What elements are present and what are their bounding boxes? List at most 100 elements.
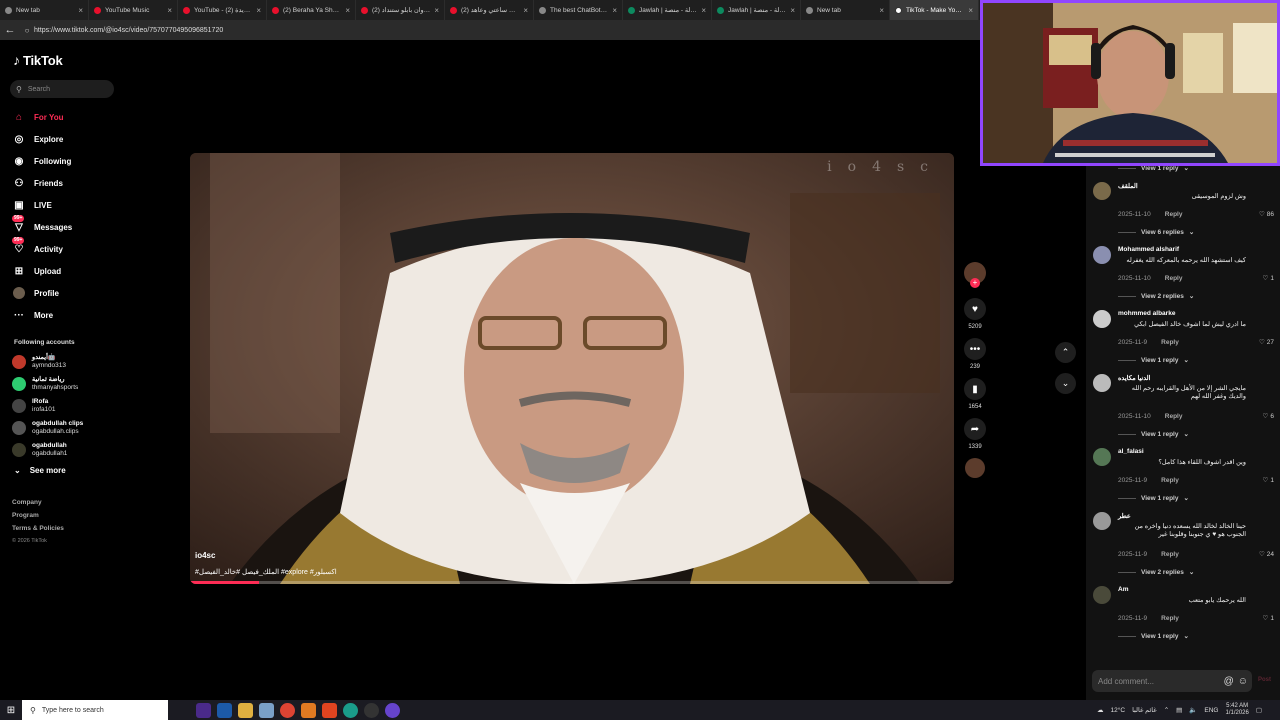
reply-button[interactable]: Reply xyxy=(1161,615,1179,622)
discord-app-icon[interactable] xyxy=(385,702,400,718)
windows-start-icon[interactable]: ⊞ xyxy=(0,705,22,716)
browser-tab[interactable]: Jawlah | جولة - منصة × xyxy=(623,0,712,20)
view-replies-button[interactable]: View 2 replies ⌄ xyxy=(1086,288,1280,304)
tiktok-logo[interactable]: ♪ TikTok xyxy=(13,52,63,68)
close-tab-icon[interactable]: × xyxy=(968,6,973,15)
follow-plus-icon[interactable]: + xyxy=(970,278,980,288)
reply-button[interactable]: Reply xyxy=(1161,551,1179,558)
following-account[interactable]: ogabdullah ogabdullah1 xyxy=(12,439,122,461)
nav-item-profile[interactable]: Profile xyxy=(12,282,122,304)
close-tab-icon[interactable]: × xyxy=(701,6,706,15)
url-field[interactable]: https://www.tiktok.com/@io4sc/video/7570… xyxy=(34,27,223,34)
nav-item-live[interactable]: ▣ LIVE xyxy=(12,194,122,216)
comment-like[interactable]: ♡ 1 xyxy=(1263,614,1274,623)
comment-like[interactable]: ♡ 1 xyxy=(1263,476,1274,485)
chevron-up-icon[interactable]: ⌃ xyxy=(1055,342,1076,363)
browser-tab[interactable]: (2) وليدت ساعتي وعاهد× xyxy=(445,0,534,20)
commenter-avatar[interactable] xyxy=(1093,374,1111,392)
language-indicator[interactable]: ENG xyxy=(1204,707,1218,714)
file-explorer-icon[interactable] xyxy=(238,702,253,718)
view-replies-button[interactable]: View 1 reply ⌄ xyxy=(1086,352,1280,368)
comment-like[interactable]: ♡ 27 xyxy=(1259,338,1274,347)
close-tab-icon[interactable]: × xyxy=(523,6,528,15)
following-account[interactable]: ogabdullah clips ogabdullah.clips xyxy=(12,417,122,439)
comment-like[interactable]: ♡ 6 xyxy=(1263,412,1274,421)
obs-app-icon[interactable] xyxy=(364,702,379,718)
video-progress-bar[interactable] xyxy=(190,581,954,584)
creator-avatar[interactable]: + xyxy=(964,262,986,288)
comment-icon[interactable]: ••• xyxy=(964,338,986,360)
vlc-app-icon[interactable] xyxy=(301,702,316,718)
commenter-name[interactable]: al_falasi xyxy=(1118,448,1144,455)
close-tab-icon[interactable]: × xyxy=(879,6,884,15)
notepad-app-icon[interactable] xyxy=(259,702,274,718)
nav-item-explore[interactable]: ◎ Explore xyxy=(12,128,122,150)
comment-like[interactable]: ♡ 86 xyxy=(1259,210,1274,219)
back-arrow-icon[interactable]: ← xyxy=(0,24,20,36)
nav-item-more[interactable]: ··· More xyxy=(12,304,122,326)
clock[interactable]: 5:42 AM 1/1/2026 xyxy=(1225,703,1248,717)
browser-tab[interactable]: New tab × xyxy=(0,0,89,20)
bookmark-icon[interactable]: ▮ xyxy=(964,378,986,400)
volume-icon[interactable]: 🔈 xyxy=(1189,706,1197,714)
commenter-name[interactable]: mohmmed albarke xyxy=(1118,310,1175,317)
view-replies-button[interactable]: View 1 reply ⌄ xyxy=(1086,628,1280,644)
reply-button[interactable]: Reply xyxy=(1165,211,1183,218)
reply-button[interactable]: Reply xyxy=(1165,413,1183,420)
footer-link-company[interactable]: Company xyxy=(12,499,64,512)
browser-tab[interactable]: New tab × xyxy=(801,0,890,20)
browser-tab[interactable]: YouTube - سنة جديدة (2) × xyxy=(178,0,267,20)
commenter-name[interactable]: عطر xyxy=(1118,512,1131,520)
commenter-avatar[interactable] xyxy=(1093,448,1111,466)
brave-app-icon[interactable] xyxy=(322,702,337,718)
nav-item-following[interactable]: ◉ Following xyxy=(12,150,122,172)
commenter-avatar[interactable] xyxy=(1093,182,1111,200)
sound-avatar[interactable] xyxy=(965,458,985,478)
close-tab-icon[interactable]: × xyxy=(790,6,795,15)
following-account[interactable]: IRofa irofa101 xyxy=(12,395,122,417)
close-tab-icon[interactable]: × xyxy=(78,6,83,15)
commenter-avatar[interactable] xyxy=(1093,512,1111,530)
commenter-avatar[interactable] xyxy=(1093,310,1111,328)
view-replies-button[interactable]: View 1 reply ⌄ xyxy=(1086,490,1280,506)
network-icon[interactable]: ▤ xyxy=(1176,706,1182,714)
comment-like[interactable]: ♡ 1 xyxy=(1263,274,1274,283)
taskbar-search[interactable]: ⚲ Type here to search xyxy=(22,700,168,720)
browser-tab[interactable]: The best ChatBot and × xyxy=(534,0,623,20)
emoji-icon[interactable]: ☺ xyxy=(1238,676,1248,687)
premiere-app-icon[interactable] xyxy=(196,702,211,718)
close-tab-icon[interactable]: × xyxy=(345,6,350,15)
mention-icon[interactable]: @ xyxy=(1224,676,1234,687)
commenter-name[interactable]: Am xyxy=(1118,586,1128,593)
close-tab-icon[interactable]: × xyxy=(612,6,617,15)
nav-item-for-you[interactable]: ⌂ For You xyxy=(12,106,122,128)
browser-tab[interactable]: (2) مروان بابلو ستنداد -× xyxy=(356,0,445,20)
close-tab-icon[interactable]: × xyxy=(434,6,439,15)
comment-like[interactable]: ♡ 24 xyxy=(1259,550,1274,559)
close-tab-icon[interactable]: × xyxy=(167,6,172,15)
edge-app-icon[interactable] xyxy=(343,702,358,718)
notification-icon[interactable]: ▢ xyxy=(1256,706,1262,714)
nav-item-messages[interactable]: ▽ 99+ Messages xyxy=(12,215,122,238)
share-icon[interactable]: ➦ xyxy=(964,418,986,440)
reply-button[interactable]: Reply xyxy=(1161,339,1179,346)
footer-link-program[interactable]: Program xyxy=(12,512,64,525)
tray-chevron-icon[interactable]: ⌃ xyxy=(1164,706,1169,714)
see-more-button[interactable]: ⌄ See more xyxy=(14,466,66,475)
video-author[interactable]: io4sc xyxy=(195,551,215,560)
nav-item-upload[interactable]: ⊞ Upload xyxy=(12,260,122,282)
chevron-down-icon[interactable]: ⌄ xyxy=(1055,373,1076,394)
heart-icon[interactable]: ♥ xyxy=(964,298,986,320)
commenter-name[interactable]: الدنيا مكايده xyxy=(1118,374,1150,382)
video-caption[interactable]: #الملك_فيصل #خالد_الفيصل #explore #اكسبل… xyxy=(195,568,337,576)
commenter-name[interactable]: Mohammed alsharif xyxy=(1118,246,1179,253)
chrome-app-icon[interactable] xyxy=(280,702,295,718)
weather-icon[interactable]: ☁ xyxy=(1097,706,1104,714)
commenter-avatar[interactable] xyxy=(1093,586,1111,604)
following-account[interactable]: أيمندو🤖 aymndo313 xyxy=(12,351,122,373)
add-comment-input[interactable]: Add comment... @ ☺ xyxy=(1092,670,1252,692)
reply-button[interactable]: Reply xyxy=(1165,275,1183,282)
view-replies-button[interactable]: View 1 reply ⌄ xyxy=(1086,426,1280,442)
search-input[interactable]: ⚲ Search xyxy=(10,80,114,98)
browser-tab[interactable]: Jawlah | جولة - منصة × xyxy=(712,0,801,20)
